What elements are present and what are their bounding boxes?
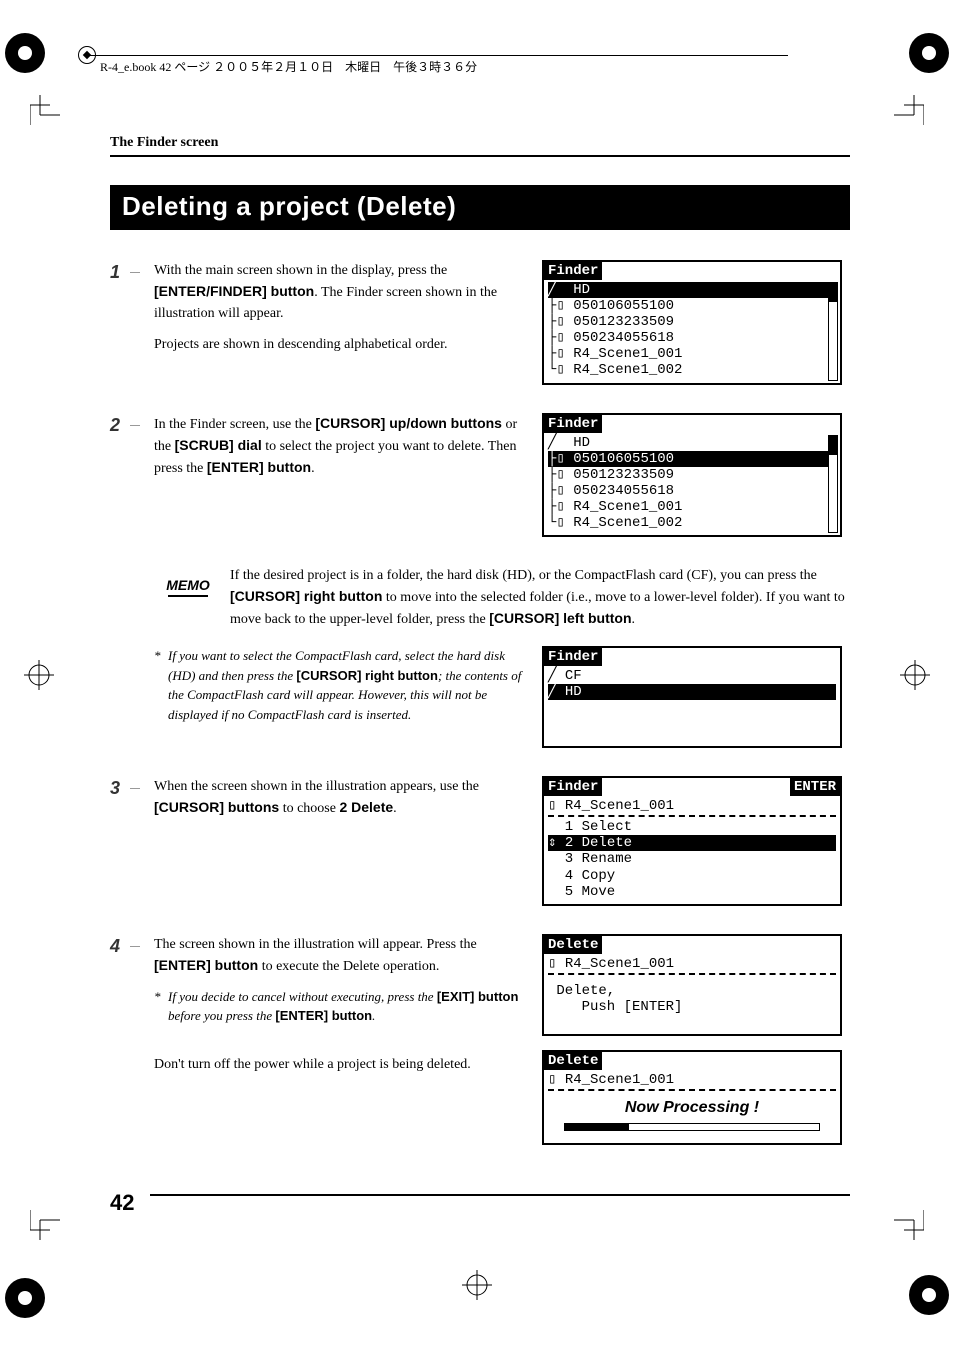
page-number: 42 bbox=[110, 1190, 134, 1216]
footer-rule bbox=[150, 1194, 850, 1196]
step-4-text-1: The screen shown in the illustration wil… bbox=[154, 934, 524, 977]
crop-mark-right-center bbox=[900, 660, 930, 690]
step-number: 4 bbox=[110, 934, 136, 1151]
step-1: 1 With the main screen shown in the disp… bbox=[110, 260, 850, 391]
memo-text: If the desired project is in a folder, t… bbox=[230, 565, 850, 630]
note-cf-text: If you want to select the CompactFlash c… bbox=[154, 646, 524, 724]
lcd-finder-cf: Finder ╱ CF ╱ HD bbox=[542, 646, 842, 748]
crop-mark-bottom-center bbox=[462, 1270, 492, 1300]
running-header: R-4_e.book 42 ページ ２００５年２月１０日 木曜日 午後３時３６分 bbox=[100, 58, 477, 75]
crop-mark-top-left bbox=[0, 28, 50, 78]
crop-mark-bottom-left bbox=[0, 1273, 50, 1323]
step-number: 2 bbox=[110, 413, 136, 544]
step-1-text-2: Projects are shown in descending alphabe… bbox=[154, 334, 524, 355]
step-4-note: If you decide to cancel without executin… bbox=[154, 987, 524, 1026]
lcd-delete-confirm: Delete ▯ R4_Scene1_001 Delete, Push [ENT… bbox=[542, 934, 842, 1036]
page-title: Deleting a project (Delete) bbox=[110, 185, 850, 230]
crop-mark-bottom-right bbox=[904, 1270, 954, 1320]
section-rule bbox=[110, 155, 850, 157]
note-cf: . If you want to select the CompactFlash… bbox=[110, 646, 850, 754]
step-number: 3 bbox=[110, 776, 136, 912]
memo-icon: MEMO bbox=[160, 565, 216, 630]
crop-bracket-tr bbox=[894, 95, 924, 125]
step-2: 2 In the Finder screen, use the [CURSOR]… bbox=[110, 413, 850, 544]
scrollbar-icon bbox=[828, 435, 838, 534]
scrollbar-icon bbox=[828, 282, 838, 381]
step-1-text-1: With the main screen shown in the displa… bbox=[154, 260, 524, 324]
section-label: The Finder screen bbox=[110, 135, 850, 151]
lcd-menu: FinderENTER ▯ R4_Scene1_001 1 Select ⇕ 2… bbox=[542, 776, 842, 906]
header-rule bbox=[88, 55, 788, 56]
crop-mark-top-right bbox=[904, 28, 954, 78]
step-4-text-2: Don't turn off the power while a project… bbox=[154, 1054, 524, 1075]
progress-bar-icon bbox=[564, 1123, 820, 1131]
step-number: 1 bbox=[110, 260, 136, 391]
lcd-finder-1: Finder ╱ HD ├▯ 050106055100 ├▯ 050123233… bbox=[542, 260, 842, 385]
step-3: 3 When the screen shown in the illustrat… bbox=[110, 776, 850, 912]
step-2-text: In the Finder screen, use the [CURSOR] u… bbox=[154, 413, 524, 479]
lcd-finder-2: Finder ╱ HD ├▯ 050106055100 ├▯ 050123233… bbox=[542, 413, 842, 538]
crop-bracket-bl bbox=[30, 1210, 60, 1240]
crop-bracket-tl bbox=[30, 95, 60, 125]
crop-bracket-br bbox=[894, 1210, 924, 1240]
crop-mark-left-center bbox=[24, 660, 54, 690]
step-4: 4 The screen shown in the illustration w… bbox=[110, 934, 850, 1151]
step-3-text: When the screen shown in the illustratio… bbox=[154, 776, 524, 819]
memo-block: MEMO If the desired project is in a fold… bbox=[160, 565, 850, 630]
lcd-delete-progress: Delete ▯ R4_Scene1_001 Now Processing ! bbox=[542, 1050, 842, 1145]
